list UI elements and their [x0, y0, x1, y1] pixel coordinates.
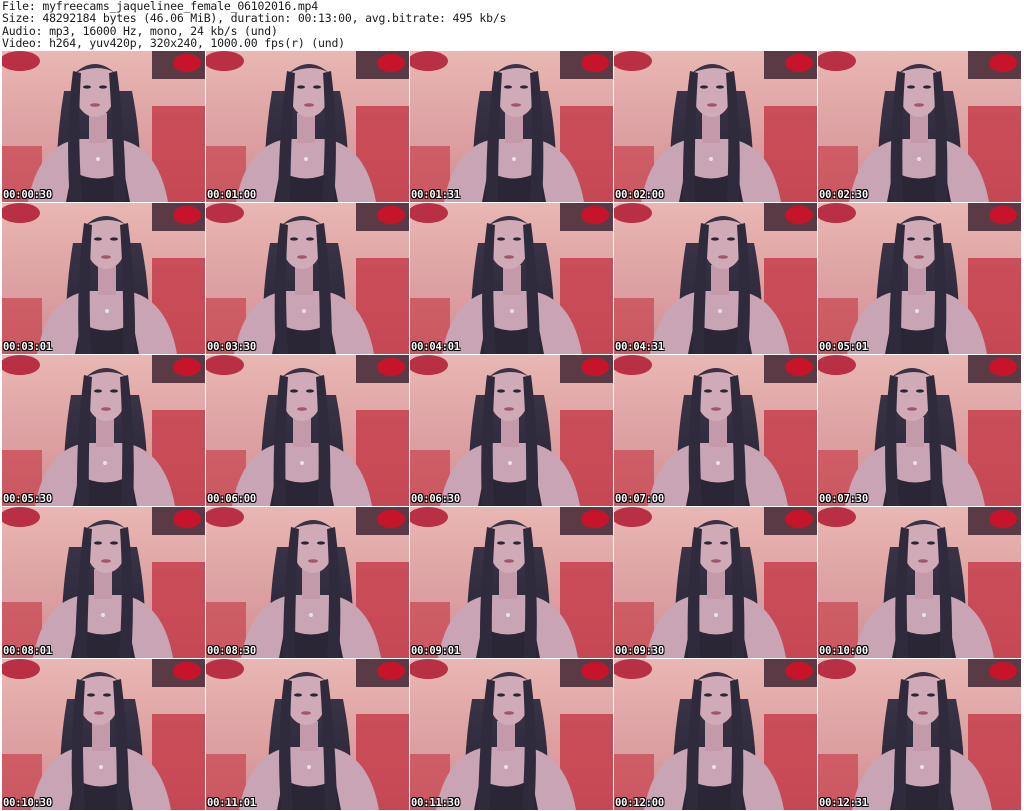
frame-timestamp: 00:05:30 [3, 493, 52, 505]
frame-timestamp: 00:08:30 [207, 645, 256, 657]
video-frame-thumbnail: 00:02:00 [614, 51, 817, 202]
frame-timestamp: 00:10:00 [819, 645, 868, 657]
video-frame-thumbnail: 00:05:01 [818, 203, 1021, 354]
video-frame-thumbnail: 00:03:30 [206, 203, 409, 354]
thumbnail-grid: 00:00:30 00:01:00 00:01:31 00:02:00 00:02:30… [2, 51, 1022, 811]
video-frame-thumbnail: 00:01:31 [410, 51, 613, 202]
frame-image [614, 203, 817, 354]
video-frame-thumbnail: 00:12:00 [614, 659, 817, 810]
frame-image [206, 659, 409, 810]
video-frame-thumbnail: 00:06:00 [206, 355, 409, 506]
frame-timestamp: 00:01:31 [411, 189, 460, 201]
frame-timestamp: 00:00:30 [3, 189, 52, 201]
frame-timestamp: 00:05:01 [819, 341, 868, 353]
frame-timestamp: 00:07:30 [819, 493, 868, 505]
video-frame-thumbnail: 00:08:01 [2, 507, 205, 658]
video-frame-thumbnail: 00:05:30 [2, 355, 205, 506]
video-frame-thumbnail: 00:09:30 [614, 507, 817, 658]
frame-image [2, 355, 205, 506]
video-frame-thumbnail: 00:01:00 [206, 51, 409, 202]
frame-timestamp: 00:03:01 [3, 341, 52, 353]
frame-timestamp: 00:11:30 [411, 797, 460, 809]
frame-image [614, 507, 817, 658]
frame-timestamp: 00:02:00 [615, 189, 664, 201]
frame-timestamp: 00:12:31 [819, 797, 868, 809]
frame-image [206, 507, 409, 658]
file-size-line: Size: 48292184 bytes (46.06 MiB), durati… [2, 11, 507, 26]
frame-image [614, 659, 817, 810]
frame-timestamp: 00:07:00 [615, 493, 664, 505]
video-frame-thumbnail: 00:09:01 [410, 507, 613, 658]
frame-image [2, 51, 205, 202]
video-info-line: Video: h264, yuv420p, 320x240, 1000.00 f… [2, 35, 345, 50]
frame-image [410, 203, 613, 354]
video-frame-thumbnail: 00:02:30 [818, 51, 1021, 202]
frame-image [206, 51, 409, 202]
frame-timestamp: 00:08:01 [3, 645, 52, 657]
frame-timestamp: 00:06:00 [207, 493, 256, 505]
frame-image [206, 203, 409, 354]
frame-timestamp: 00:12:00 [615, 797, 664, 809]
frame-timestamp: 00:04:31 [615, 341, 664, 353]
frame-timestamp: 00:11:01 [207, 797, 256, 809]
video-frame-thumbnail: 00:10:00 [818, 507, 1021, 658]
frame-image [206, 355, 409, 506]
frame-timestamp: 00:06:30 [411, 493, 460, 505]
video-frame-thumbnail: 00:10:30 [2, 659, 205, 810]
video-frame-thumbnail: 00:07:30 [818, 355, 1021, 506]
video-frame-thumbnail: 00:07:00 [614, 355, 817, 506]
frame-image [818, 203, 1021, 354]
frame-image [818, 659, 1021, 810]
frame-image [410, 659, 613, 810]
video-frame-thumbnail: 00:12:31 [818, 659, 1021, 810]
frame-image [410, 355, 613, 506]
frame-image [2, 203, 205, 354]
frame-timestamp: 00:03:30 [207, 341, 256, 353]
video-frame-thumbnail: 00:08:30 [206, 507, 409, 658]
video-frame-thumbnail: 00:04:01 [410, 203, 613, 354]
frame-image [614, 355, 817, 506]
video-frame-thumbnail: 00:06:30 [410, 355, 613, 506]
video-info-header: File: myfreecams_jaquelinee_female_06102… [2, 0, 1020, 50]
video-frame-thumbnail: 00:00:30 [2, 51, 205, 202]
frame-image [818, 51, 1021, 202]
frame-timestamp: 00:04:01 [411, 341, 460, 353]
video-frame-thumbnail: 00:03:01 [2, 203, 205, 354]
frame-image [614, 51, 817, 202]
video-frame-thumbnail: 00:11:30 [410, 659, 613, 810]
frame-image [410, 507, 613, 658]
frame-timestamp: 00:02:30 [819, 189, 868, 201]
frame-timestamp: 00:09:30 [615, 645, 664, 657]
frame-timestamp: 00:01:00 [207, 189, 256, 201]
video-frame-thumbnail: 00:04:31 [614, 203, 817, 354]
frame-image [2, 659, 205, 810]
frame-timestamp: 00:10:30 [3, 797, 52, 809]
frame-image [410, 51, 613, 202]
frame-image [818, 507, 1021, 658]
frame-image [818, 355, 1021, 506]
video-frame-thumbnail: 00:11:01 [206, 659, 409, 810]
frame-timestamp: 00:09:01 [411, 645, 460, 657]
frame-image [2, 507, 205, 658]
